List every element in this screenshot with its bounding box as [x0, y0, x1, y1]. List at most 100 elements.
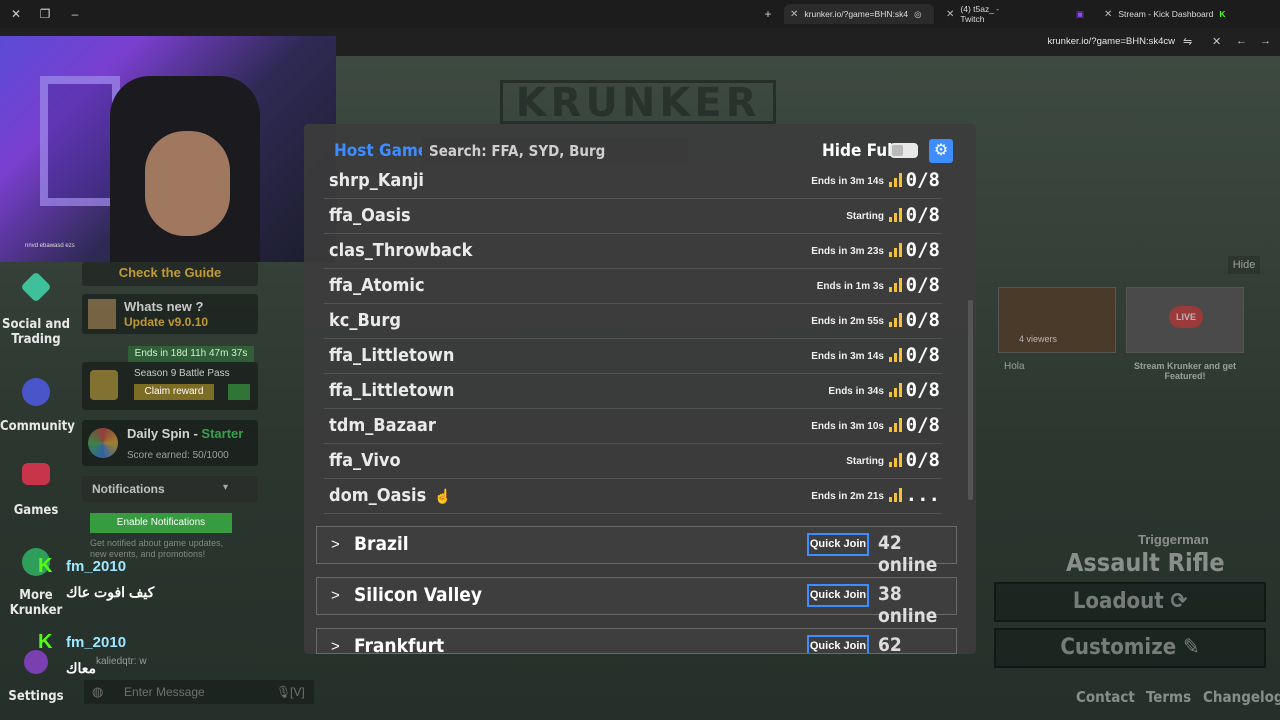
game-status: Ends in 2m 55s — [811, 316, 884, 327]
player-count: 0/8 — [905, 414, 940, 436]
chat-input[interactable]: Enter Message — [124, 685, 205, 699]
hide-streams-button[interactable]: Hide — [1228, 256, 1260, 274]
daily-spin-card[interactable]: Daily Spin - Starter Score earned: 50/10… — [82, 420, 258, 466]
quick-join-button[interactable]: Quick Join — [807, 533, 869, 556]
sidebar-item-social[interactable]: Social and Trading — [0, 317, 72, 347]
stream-promo-card[interactable]: LIVE — [1126, 287, 1244, 353]
quick-join-button[interactable]: Quick Join — [807, 635, 869, 653]
map-name: tdm_Bazaar — [329, 415, 436, 436]
customize-label: Customize — [1060, 635, 1177, 660]
game-row[interactable]: kc_Burg Ends in 2m 55s 0/8 — [324, 304, 942, 339]
close-tab-icon[interactable]: ✕ — [946, 9, 954, 20]
guide-button[interactable]: Check the Guide — [82, 262, 258, 286]
game-status: Ends in 3m 14s — [811, 351, 884, 362]
list-scrollbar[interactable] — [968, 300, 973, 500]
community-icon[interactable] — [22, 378, 50, 406]
enable-notifications-button[interactable]: Enable Notifications — [90, 513, 232, 533]
terms-link[interactable]: Terms — [1146, 688, 1191, 706]
online-count: 38 online — [878, 583, 938, 627]
game-row[interactable]: clas_Throwback Ends in 3m 23s 0/8 — [324, 234, 942, 269]
tab-kick[interactable]: ✕ Stream - Kick Dashboard K — [1098, 4, 1258, 24]
chevron-right-icon: > — [331, 536, 340, 553]
back-icon[interactable]: ← — [1236, 35, 1247, 47]
region-brazil[interactable]: > Brazil Quick Join 42 online — [316, 526, 957, 576]
game-status: Ends in 34s — [828, 386, 884, 397]
game-row[interactable]: dom_Oasis Ends in 2m 21s... — [324, 479, 942, 514]
sidebar-item-games[interactable]: Games — [0, 503, 72, 518]
news-icon — [88, 299, 116, 329]
hide-full-toggle[interactable] — [890, 143, 918, 158]
voice-key-hint: [V] — [290, 685, 305, 699]
game-row[interactable]: shrp_Kanji Ends in 3m 14s 0/8 — [324, 164, 942, 199]
game-row[interactable]: tdm_Bazaar Ends in 3m 10s 0/8 — [324, 409, 942, 444]
globe-icon[interactable]: ◍ — [92, 684, 103, 700]
twitch-icon: ▣ — [1075, 8, 1084, 19]
kick-icon: K — [38, 631, 53, 653]
player-count: 0/8 — [905, 344, 940, 366]
kick-icon: K — [38, 555, 53, 577]
url-text[interactable]: krunker.io/?game=BHN:sk4cw — [1047, 36, 1175, 47]
game-row[interactable]: ffa_Vivo Starting 0/8 — [324, 444, 942, 479]
site-settings-icon[interactable]: ⇋ — [1183, 35, 1192, 48]
weapon-name: Assault Rifle — [1066, 548, 1225, 577]
sidebar-item-more[interactable]: More Krunker — [0, 588, 72, 618]
close-window-icon[interactable]: ✕ — [8, 6, 24, 22]
notifications-title: Notifications — [92, 482, 165, 496]
guide-label: Check the Guide — [118, 265, 222, 280]
restore-window-icon[interactable]: ❐ — [37, 6, 53, 22]
game-row[interactable]: ffa_Atomic Ends in 1m 3s 0/8 — [324, 269, 942, 304]
ping-bars-icon — [889, 208, 902, 222]
game-row[interactable]: ffa_Littletown Ends in 3m 14s 0/8 — [324, 339, 942, 374]
settings-icon[interactable] — [24, 650, 48, 674]
map-name: dom_Oasis — [329, 485, 427, 506]
sidebar-item-settings[interactable]: Settings — [0, 689, 72, 704]
new-tab-icon[interactable]: + — [760, 6, 776, 22]
close-tab-icon[interactable]: ✕ — [1104, 9, 1112, 20]
ping-bars-icon — [889, 453, 902, 467]
close-icon[interactable]: ✕ — [1212, 35, 1221, 48]
host-game-button[interactable]: Host Game — [334, 141, 428, 161]
claim-reward-button[interactable]: Claim reward — [134, 384, 214, 400]
quick-join-button[interactable]: Quick Join — [807, 584, 869, 607]
tab-label: Stream - Kick Dashboard — [1118, 9, 1214, 19]
sidebar-item-community[interactable]: Community — [0, 419, 75, 434]
check-icon — [228, 384, 250, 400]
stream-thumbnail[interactable]: 4 viewers — [998, 287, 1116, 353]
tab-twitch[interactable]: ✕ (4) t5az_ - Twitch ▣ — [940, 4, 1090, 24]
loadout-button[interactable]: Loadout ⟳ — [994, 582, 1266, 622]
ping-bars-icon — [889, 488, 902, 502]
battlepass-card[interactable]: Season 9 Battle Pass Claim reward — [82, 362, 258, 410]
close-tab-icon[interactable]: ✕ — [790, 9, 798, 20]
notifications-description: Get notified about game updates, new eve… — [90, 538, 224, 559]
ping-bars-icon — [889, 418, 902, 432]
whats-new-card[interactable]: Whats new ? Update v9.0.10 — [82, 294, 258, 334]
tab-label: krunker.io/?game=BHN:sk4 — [804, 9, 909, 19]
contact-link[interactable]: Contact — [1076, 688, 1135, 706]
ping-bars-icon — [889, 383, 902, 397]
region-frankfurt[interactable]: > Frankfurt Quick Join 62 online — [316, 628, 957, 654]
game-row[interactable]: ffa_Littletown Ends in 34s 0/8 — [324, 374, 942, 409]
region-silicon-valley[interactable]: > Silicon Valley Quick Join 38 online — [316, 577, 957, 627]
chat-overlay-text: kaliedqtr: w — [96, 656, 147, 667]
pencil-icon: ✎ — [1183, 635, 1200, 660]
gear-icon[interactable]: ⚙ — [929, 139, 953, 163]
forward-icon[interactable]: → — [1260, 35, 1271, 47]
map-name: kc_Burg — [329, 310, 401, 331]
minimize-window-icon[interactable]: – — [67, 6, 83, 22]
games-icon[interactable] — [22, 463, 50, 485]
mute-mic-icon[interactable]: 🎙 — [276, 685, 291, 699]
webcam-caption: nnvd ebawasd ezs — [25, 243, 75, 249]
kick-icon: K — [1219, 9, 1226, 19]
stream-title: Hola — [1004, 361, 1025, 372]
player-count: 0/8 — [905, 239, 940, 261]
customize-button[interactable]: Customize ✎ — [994, 628, 1266, 668]
changelog-link[interactable]: Changelog — [1203, 688, 1280, 706]
tab-krunker[interactable]: ✕ krunker.io/?game=BHN:sk4 ◎ — [784, 4, 934, 24]
map-name: ffa_Atomic — [329, 275, 425, 296]
notifications-header[interactable]: Notifications ▾ — [82, 476, 258, 502]
game-row[interactable]: ffa_Oasis Starting 0/8 — [324, 199, 942, 234]
game-status: Ends in 3m 23s — [811, 246, 884, 257]
chevron-down-icon: ▾ — [222, 482, 228, 493]
server-search-input[interactable]: Search: FFA, SYD, Burg — [422, 138, 688, 163]
hide-full-label: Hide Full — [822, 141, 898, 161]
